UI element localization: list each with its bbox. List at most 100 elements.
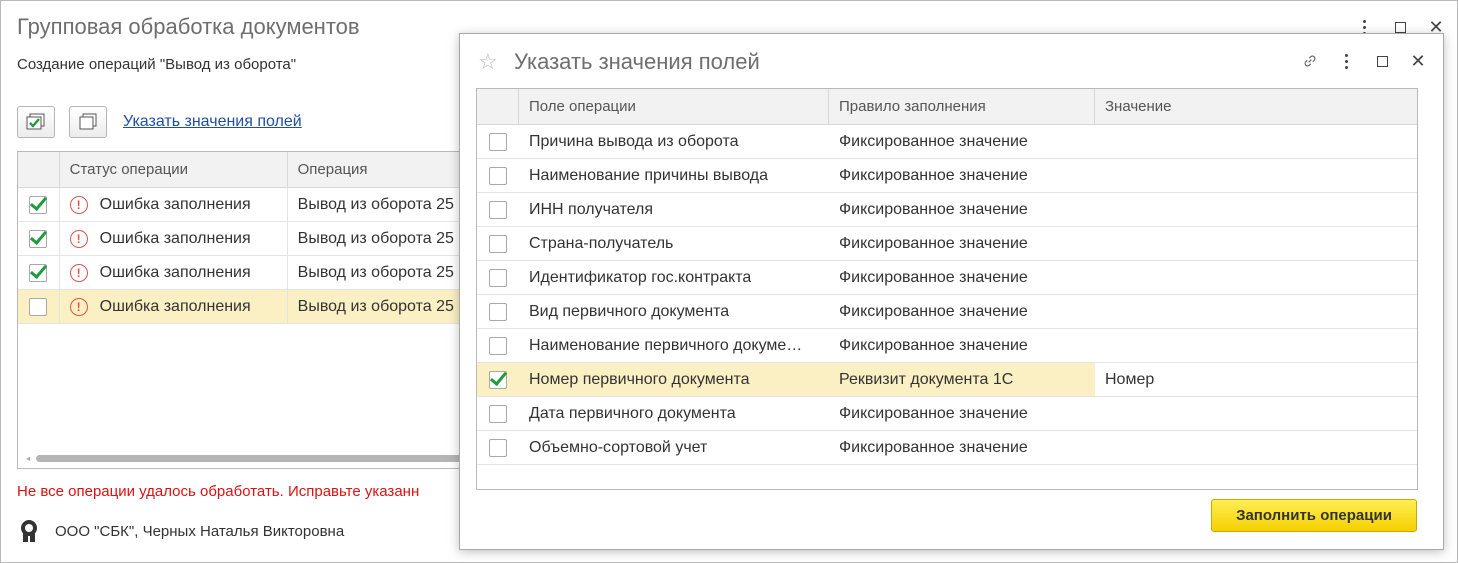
organization-info: ООО "СБК", Черных Наталья Викторовна bbox=[19, 520, 344, 542]
error-message: Не все операции удалось обработать. Испр… bbox=[17, 483, 420, 500]
fill-operations-button[interactable]: Заполнить операции bbox=[1211, 499, 1417, 532]
table-row[interactable]: Объемно-сортовой учет Фиксированное значе… bbox=[477, 431, 1417, 465]
maximize-icon[interactable] bbox=[1375, 49, 1389, 73]
check-all-button[interactable] bbox=[17, 106, 55, 138]
field-name: Объемно-сортовой учет bbox=[529, 438, 708, 456]
field-value[interactable] bbox=[1095, 227, 1417, 260]
table-row[interactable]: Номер первичного документа Реквизит докум… bbox=[477, 363, 1417, 397]
field-name: Наименование причины вывода bbox=[529, 166, 769, 184]
scroll-thumb[interactable] bbox=[36, 454, 476, 462]
fields-table: Поле операции Правило заполнения Значени… bbox=[476, 88, 1418, 490]
table-row[interactable]: ! Ошибка заполнения Вывод из оборота 25 bbox=[18, 290, 476, 324]
table-row[interactable]: Причина вывода из оборота Фиксированное з… bbox=[477, 125, 1417, 159]
table-row[interactable]: Дата первичного документа Фиксированное з… bbox=[477, 397, 1417, 431]
field-name: ИНН получателя bbox=[529, 200, 653, 218]
field-value[interactable]: Номер bbox=[1095, 363, 1417, 396]
error-icon: ! bbox=[69, 195, 88, 214]
row-checkbox[interactable] bbox=[489, 404, 507, 423]
dialog-title: Указать значения полей bbox=[514, 49, 760, 74]
row-checkbox[interactable] bbox=[489, 166, 507, 185]
table-row[interactable]: Идентификатор гос.контракта Фиксированное… bbox=[477, 261, 1417, 295]
field-name: Страна-получатель bbox=[529, 234, 674, 252]
link-icon[interactable] bbox=[1303, 49, 1317, 73]
fill-rule[interactable]: Фиксированное значение bbox=[829, 295, 1095, 328]
field-value[interactable] bbox=[1095, 431, 1417, 464]
status-text: Ошибка заполнения bbox=[99, 195, 251, 213]
error-icon: ! bbox=[69, 297, 88, 316]
table-row[interactable]: ИНН получателя Фиксированное значение bbox=[477, 193, 1417, 227]
header-check[interactable] bbox=[477, 89, 519, 124]
row-checkbox[interactable] bbox=[489, 336, 507, 355]
organization-name: ООО "СБК", Черных Наталья Викторовна bbox=[55, 522, 345, 540]
field-value[interactable] bbox=[1095, 397, 1417, 430]
horizontal-scrollbar[interactable]: ◂ bbox=[26, 454, 476, 463]
fill-rule[interactable]: Фиксированное значение bbox=[829, 193, 1095, 226]
fill-rule[interactable]: Фиксированное значение bbox=[829, 261, 1095, 294]
error-icon: ! bbox=[69, 263, 88, 282]
fill-rule[interactable]: Фиксированное значение bbox=[829, 159, 1095, 192]
status-text: Ошибка заполнения bbox=[99, 263, 251, 281]
fill-rule[interactable]: Фиксированное значение bbox=[829, 125, 1095, 158]
page-title: Групповая обработка документов bbox=[17, 14, 360, 39]
table-row[interactable]: Наименование причины вывода Фиксированное… bbox=[477, 159, 1417, 193]
row-checkbox[interactable] bbox=[489, 370, 507, 389]
row-checkbox[interactable] bbox=[489, 268, 507, 287]
uncheck-all-icon bbox=[79, 113, 97, 130]
table-row[interactable]: Вид первичного документа Фиксированное зн… bbox=[477, 295, 1417, 329]
field-value[interactable] bbox=[1095, 329, 1417, 362]
check-all-icon bbox=[26, 113, 45, 130]
operation-text: Вывод из оборота 25 bbox=[297, 297, 454, 315]
field-name: Дата первичного документа bbox=[529, 404, 736, 422]
status-text: Ошибка заполнения bbox=[99, 229, 251, 247]
table-row[interactable]: Наименование первичного докуме… Фиксирова… bbox=[477, 329, 1417, 363]
header-rule[interactable]: Правило заполнения bbox=[829, 89, 1095, 124]
header-value[interactable]: Значение bbox=[1095, 89, 1417, 124]
table-row[interactable]: ! Ошибка заполнения Вывод из оборота 25 bbox=[18, 256, 476, 290]
header-field[interactable]: Поле операции bbox=[519, 89, 829, 124]
set-field-values-link[interactable]: Указать значения полей bbox=[123, 113, 302, 131]
operation-text: Вывод из оборота 25 bbox=[297, 263, 454, 281]
grid-header-status[interactable]: Статус операции bbox=[60, 152, 288, 187]
row-checkbox[interactable] bbox=[489, 132, 507, 151]
field-name: Наименование первичного докуме… bbox=[529, 336, 803, 354]
uncheck-all-button[interactable] bbox=[69, 106, 107, 138]
row-checkbox[interactable] bbox=[29, 263, 48, 282]
row-checkbox[interactable] bbox=[489, 200, 507, 219]
row-checkbox[interactable] bbox=[489, 438, 507, 457]
star-icon[interactable]: ☆ bbox=[478, 49, 498, 75]
table-row[interactable]: Страна-получатель Фиксированное значение bbox=[477, 227, 1417, 261]
operations-grid: Статус операции Операция ! Ошибка заполне… bbox=[17, 151, 477, 469]
close-icon[interactable]: ✕ bbox=[1410, 49, 1425, 73]
row-checkbox[interactable] bbox=[29, 229, 48, 248]
toolbar: Указать значения полей bbox=[17, 106, 302, 138]
set-field-values-dialog: ☆ Указать значения полей ✕ Поле операции… bbox=[459, 33, 1444, 550]
field-value[interactable] bbox=[1095, 295, 1417, 328]
more-menu-icon[interactable] bbox=[1339, 49, 1353, 73]
field-name: Вид первичного документа bbox=[529, 302, 730, 320]
field-value[interactable] bbox=[1095, 125, 1417, 158]
table-row[interactable]: ! Ошибка заполнения Вывод из оборота 25 bbox=[18, 222, 476, 256]
fill-rule[interactable]: Фиксированное значение bbox=[829, 329, 1095, 362]
fill-rule[interactable]: Фиксированное значение bbox=[829, 397, 1095, 430]
error-icon: ! bbox=[69, 229, 88, 248]
row-checkbox[interactable] bbox=[29, 195, 48, 214]
operation-text: Вывод из оборота 25 bbox=[297, 229, 454, 247]
fill-rule[interactable]: Реквизит документа 1С bbox=[829, 363, 1095, 396]
fill-rule[interactable]: Фиксированное значение bbox=[829, 227, 1095, 260]
grid-header: Статус операции Операция bbox=[18, 152, 476, 188]
organization-icon bbox=[19, 520, 39, 542]
dialog-controls: ✕ bbox=[1303, 49, 1426, 73]
field-value[interactable] bbox=[1095, 261, 1417, 294]
table-row[interactable]: ! Ошибка заполнения Вывод из оборота 25 bbox=[18, 188, 476, 222]
fill-rule[interactable]: Фиксированное значение bbox=[829, 431, 1095, 464]
field-value[interactable] bbox=[1095, 193, 1417, 226]
row-checkbox[interactable] bbox=[29, 297, 48, 316]
grid-header-check[interactable] bbox=[18, 152, 60, 187]
operation-text: Вывод из оборота 25 bbox=[297, 195, 454, 213]
row-checkbox[interactable] bbox=[489, 302, 507, 321]
row-checkbox[interactable] bbox=[489, 234, 507, 253]
field-name: Причина вывода из оборота bbox=[529, 132, 739, 150]
grid-header-operation[interactable]: Операция bbox=[288, 152, 476, 187]
field-value[interactable] bbox=[1095, 159, 1417, 192]
scroll-left-icon[interactable]: ◂ bbox=[26, 454, 30, 463]
